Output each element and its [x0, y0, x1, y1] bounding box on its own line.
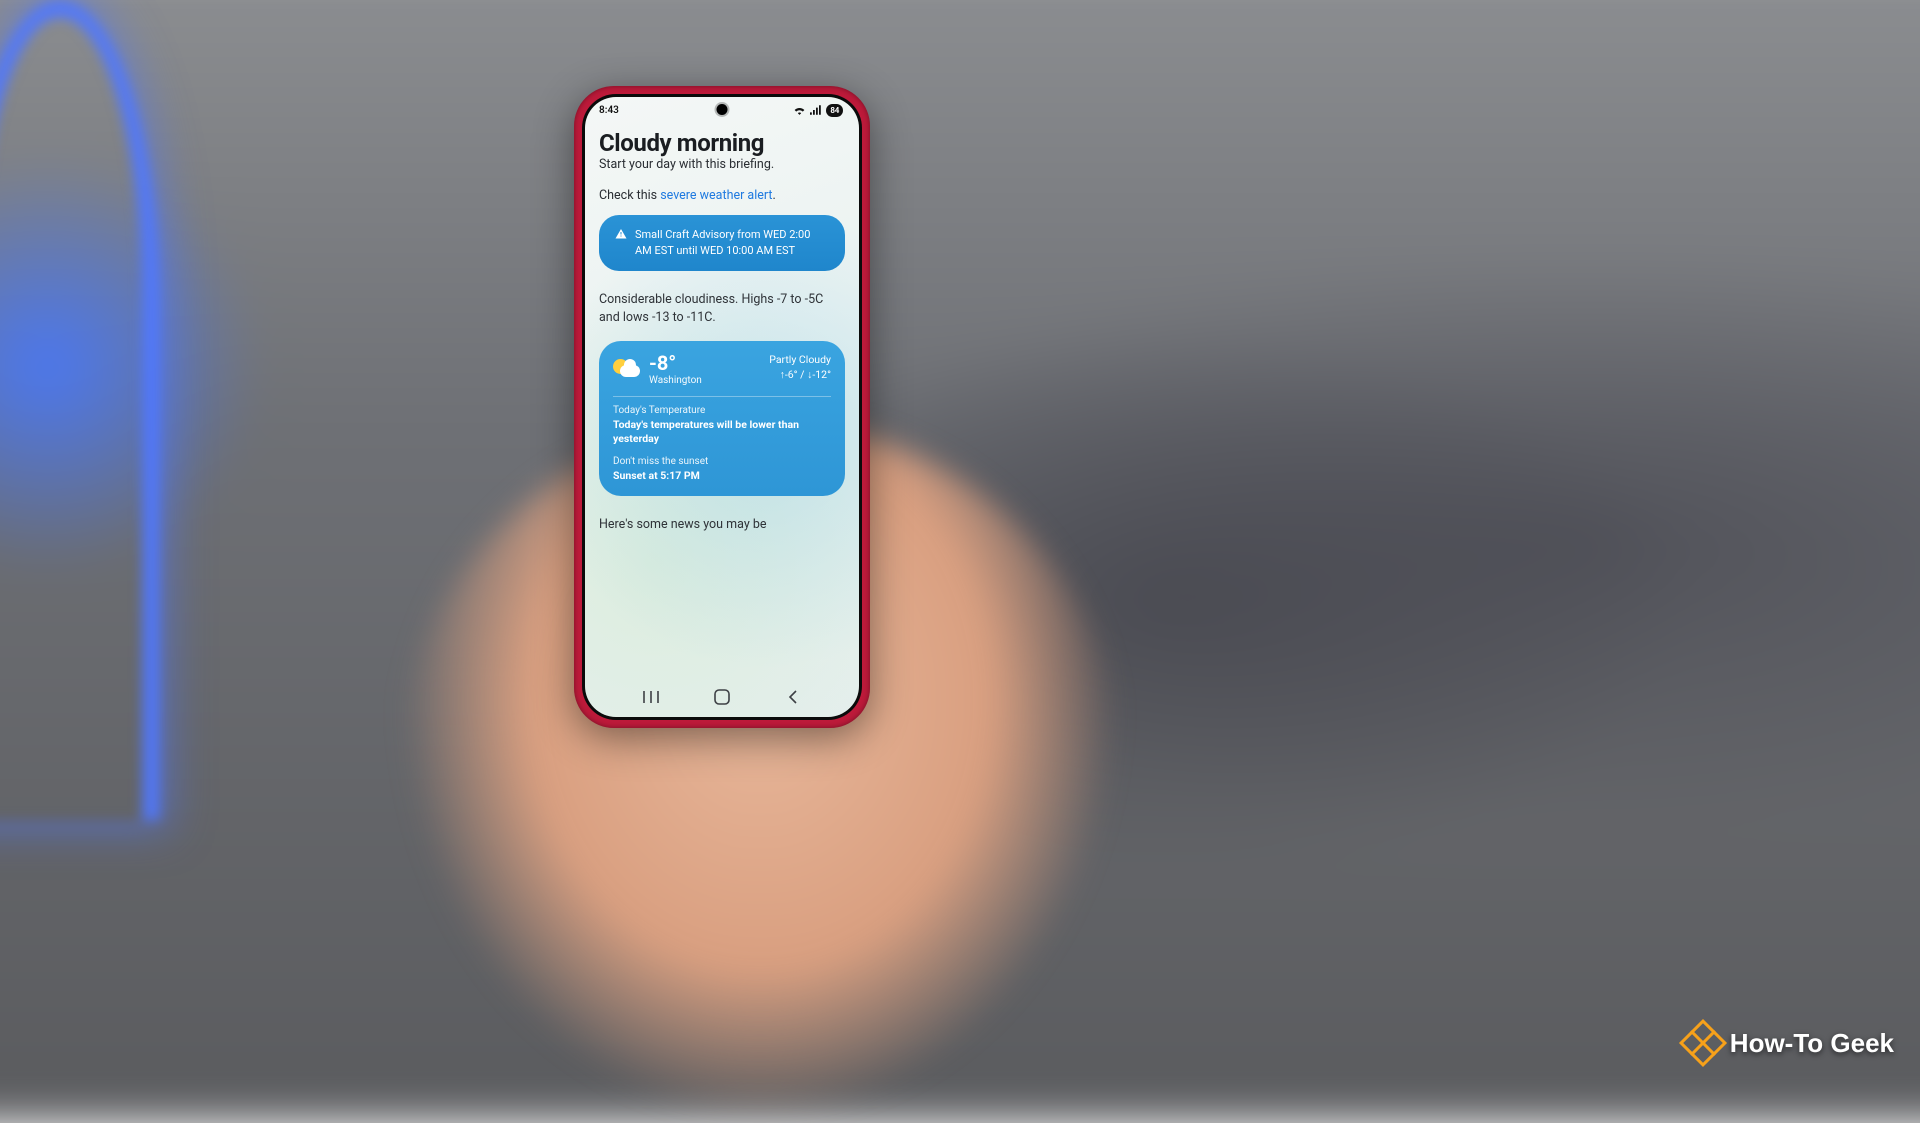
alert-sentence: Check this severe weather alert. [599, 188, 845, 203]
howtogeek-logo-icon [1679, 1019, 1727, 1067]
phone-screen: 8:43 84 Cloudy morning Start your day wi… [585, 97, 859, 717]
advisory-text: Small Craft Advisory from WED 2:00 AM ES… [635, 227, 829, 259]
android-nav-bar [585, 677, 859, 717]
briefing-content: Cloudy morning Start your day with this … [585, 123, 859, 533]
forecast-summary: Considerable cloudiness. Highs -7 to -5C… [599, 291, 845, 327]
condition-label: Partly Cloudy [769, 353, 831, 368]
advisory-card[interactable]: Small Craft Advisory from WED 2:00 AM ES… [599, 215, 845, 271]
today-temp-text: Today's temperatures will be lower than … [613, 418, 831, 446]
alert-prefix: Check this [599, 188, 660, 203]
page-subtitle: Start your day with this briefing. [599, 157, 845, 172]
warning-icon [615, 228, 627, 259]
phone-bezel: 8:43 84 Cloudy morning Start your day wi… [582, 94, 862, 720]
phone-frame: 8:43 84 Cloudy morning Start your day wi… [574, 86, 870, 728]
home-button[interactable] [702, 689, 742, 705]
page-title: Cloudy morning [599, 129, 845, 157]
news-intro: Here's some news you may be [599, 516, 845, 534]
neon-arch-decoration [0, 0, 160, 820]
today-temp-label: Today's Temperature [613, 405, 831, 416]
battery-pill: 84 [826, 104, 843, 117]
weather-card[interactable]: -8° Washington Partly Cloudy ↑-6° / ↓-12… [599, 341, 845, 496]
severe-weather-link[interactable]: severe weather alert [660, 188, 772, 203]
location-label: Washington [649, 375, 702, 386]
partly-cloudy-icon [613, 356, 641, 384]
high-low-label: ↑-6° / ↓-12° [769, 368, 831, 383]
back-button[interactable] [773, 689, 813, 705]
sunset-label: Don't miss the sunset [613, 456, 831, 467]
card-divider [613, 396, 831, 397]
recents-button[interactable] [631, 690, 671, 704]
sunset-text: Sunset at 5:17 PM [613, 469, 831, 483]
alert-suffix: . [773, 188, 776, 203]
current-temperature: -8° [649, 353, 702, 373]
punch-hole-camera [717, 104, 728, 115]
wifi-icon [793, 105, 806, 115]
status-time: 8:43 [599, 105, 619, 116]
watermark: How-To Geek [1686, 1026, 1894, 1060]
signal-icon [810, 105, 822, 115]
watermark-text: How-To Geek [1730, 1028, 1894, 1059]
status-indicators: 84 [793, 104, 843, 117]
